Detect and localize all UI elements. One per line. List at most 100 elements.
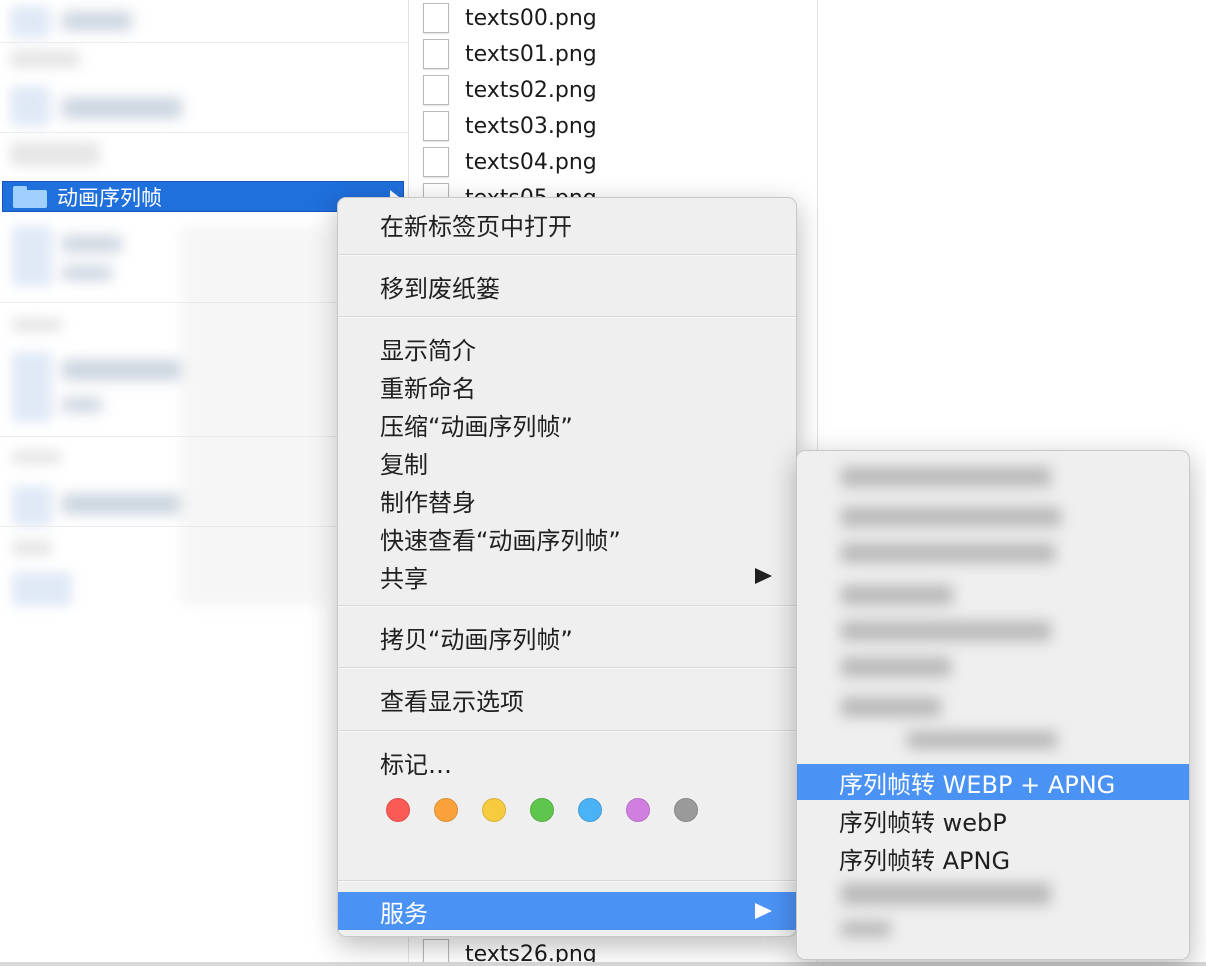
png-file-icon bbox=[423, 39, 449, 69]
png-file-icon bbox=[423, 75, 449, 105]
blurred-folder-icon bbox=[10, 6, 50, 38]
png-file-icon bbox=[423, 3, 449, 33]
menu-item-duplicate[interactable]: 复制 bbox=[338, 443, 796, 481]
blurred-service-item bbox=[841, 883, 1051, 905]
folder-icon bbox=[13, 185, 47, 208]
blurred-label bbox=[62, 12, 132, 30]
menu-separator bbox=[338, 254, 796, 256]
png-file-icon bbox=[423, 147, 449, 177]
submenu-arrow-icon bbox=[755, 568, 772, 584]
tag-red-dot[interactable] bbox=[386, 798, 410, 822]
service-item-label: 序列帧转 WEBP + APNG bbox=[839, 770, 1116, 799]
service-item-label: 序列帧转 APNG bbox=[839, 846, 1011, 875]
menu-item-compress[interactable]: 压缩“动画序列帧” bbox=[338, 405, 796, 443]
blurred-label bbox=[12, 318, 62, 332]
menu-separator bbox=[338, 667, 796, 669]
file-name: texts01.png bbox=[465, 41, 597, 67]
blurred-label bbox=[62, 236, 122, 252]
window-bottom-edge bbox=[0, 962, 1206, 966]
blurred-service-item bbox=[841, 621, 1051, 641]
file-name: texts04.png bbox=[465, 149, 597, 175]
file-name: texts00.png bbox=[465, 5, 597, 31]
blurred-service-item bbox=[841, 543, 1055, 563]
tag-orange-dot[interactable] bbox=[434, 798, 458, 822]
blurred-label bbox=[10, 50, 80, 68]
menu-item-label: 快速查看“动画序列帧” bbox=[380, 526, 621, 555]
menu-item-label: 在新标签页中打开 bbox=[380, 212, 572, 241]
menu-item-services[interactable]: 服务 bbox=[338, 892, 796, 930]
menu-item-copy[interactable]: 拷贝“动画序列帧” bbox=[338, 618, 796, 656]
tag-yellow-dot[interactable] bbox=[482, 798, 506, 822]
menu-item-label: 标记… bbox=[380, 750, 452, 779]
menu-item-tags[interactable]: 标记… bbox=[338, 743, 796, 781]
blurred-service-item bbox=[841, 921, 891, 937]
menu-item-label: 查看显示选项 bbox=[380, 687, 524, 716]
menu-item-label: 复制 bbox=[380, 450, 428, 479]
selected-folder-label: 动画序列帧 bbox=[57, 185, 162, 210]
menu-item-label: 共享 bbox=[380, 564, 428, 593]
service-item-webp[interactable]: 序列帧转 webP bbox=[797, 802, 1189, 838]
blurred-folder-icon bbox=[12, 572, 72, 606]
service-item-label: 序列帧转 webP bbox=[839, 808, 1007, 837]
menu-item-make-alias[interactable]: 制作替身 bbox=[338, 481, 796, 519]
tag-gray-dot[interactable] bbox=[674, 798, 698, 822]
blurred-label bbox=[62, 494, 182, 514]
blurred-label bbox=[12, 450, 62, 464]
blurred-service-item bbox=[841, 507, 1061, 527]
blurred-region bbox=[180, 226, 326, 606]
menu-item-label: 压缩“动画序列帧” bbox=[380, 412, 573, 441]
menu-item-share[interactable]: 共享 bbox=[338, 557, 796, 595]
row-divider bbox=[0, 132, 408, 133]
blurred-folder-icon bbox=[10, 86, 50, 126]
menu-item-label: 移到废纸篓 bbox=[380, 274, 500, 303]
blurred-label bbox=[62, 266, 112, 280]
blurred-label bbox=[62, 98, 182, 118]
menu-separator bbox=[338, 605, 796, 607]
menu-separator bbox=[338, 316, 796, 318]
blurred-folder-icon bbox=[12, 226, 52, 286]
tag-color-row bbox=[386, 798, 722, 822]
blurred-label bbox=[62, 398, 102, 412]
file-row[interactable]: texts03.png bbox=[409, 108, 597, 144]
file-row[interactable]: texts04.png bbox=[409, 144, 597, 180]
finder-window: 动画序列帧 texts00.png texts01.png texts02.pn… bbox=[0, 0, 1206, 966]
menu-item-label: 拷贝“动画序列帧” bbox=[380, 625, 573, 654]
service-item-apng[interactable]: 序列帧转 APNG bbox=[797, 840, 1189, 876]
file-name: texts02.png bbox=[465, 77, 597, 103]
blurred-service-item bbox=[907, 731, 1057, 749]
file-row[interactable]: texts01.png bbox=[409, 36, 597, 72]
menu-separator bbox=[338, 880, 796, 882]
menu-item-open-in-new-tab[interactable]: 在新标签页中打开 bbox=[338, 205, 796, 243]
submenu-arrow-icon bbox=[755, 903, 772, 919]
menu-item-label: 制作替身 bbox=[380, 488, 476, 517]
menu-item-label: 重新命名 bbox=[380, 374, 476, 403]
menu-item-label: 服务 bbox=[380, 899, 428, 928]
menu-item-show-view-options[interactable]: 查看显示选项 bbox=[338, 680, 796, 718]
menu-item-rename[interactable]: 重新命名 bbox=[338, 367, 796, 405]
menu-item-move-to-trash[interactable]: 移到废纸篓 bbox=[338, 267, 796, 305]
file-name: texts03.png bbox=[465, 113, 597, 139]
blurred-service-item bbox=[841, 467, 1051, 487]
png-file-icon bbox=[423, 111, 449, 141]
tag-blue-dot[interactable] bbox=[578, 798, 602, 822]
row-divider bbox=[0, 42, 408, 43]
services-submenu: 序列帧转 WEBP + APNG 序列帧转 webP 序列帧转 APNG bbox=[796, 450, 1190, 960]
blurred-service-item bbox=[841, 585, 953, 605]
file-row[interactable]: texts00.png bbox=[409, 0, 597, 36]
tag-green-dot[interactable] bbox=[530, 798, 554, 822]
blurred-label bbox=[10, 142, 100, 166]
blurred-folder-icon bbox=[12, 486, 52, 526]
blurred-service-item bbox=[841, 697, 941, 717]
blurred-service-item bbox=[841, 657, 951, 677]
file-row[interactable]: texts02.png bbox=[409, 72, 597, 108]
context-menu: 在新标签页中打开 移到废纸篓 显示简介 重新命名 压缩“动画序列帧” 复制 制作… bbox=[337, 197, 797, 937]
menu-item-quick-look[interactable]: 快速查看“动画序列帧” bbox=[338, 519, 796, 557]
service-item-webp-apng[interactable]: 序列帧转 WEBP + APNG bbox=[797, 764, 1189, 800]
menu-item-get-info[interactable]: 显示简介 bbox=[338, 329, 796, 367]
menu-item-label: 显示简介 bbox=[380, 336, 476, 365]
menu-separator bbox=[338, 730, 796, 732]
blurred-label bbox=[62, 360, 182, 380]
blurred-label bbox=[12, 540, 52, 556]
blurred-folder-icon bbox=[12, 352, 52, 422]
tag-purple-dot[interactable] bbox=[626, 798, 650, 822]
